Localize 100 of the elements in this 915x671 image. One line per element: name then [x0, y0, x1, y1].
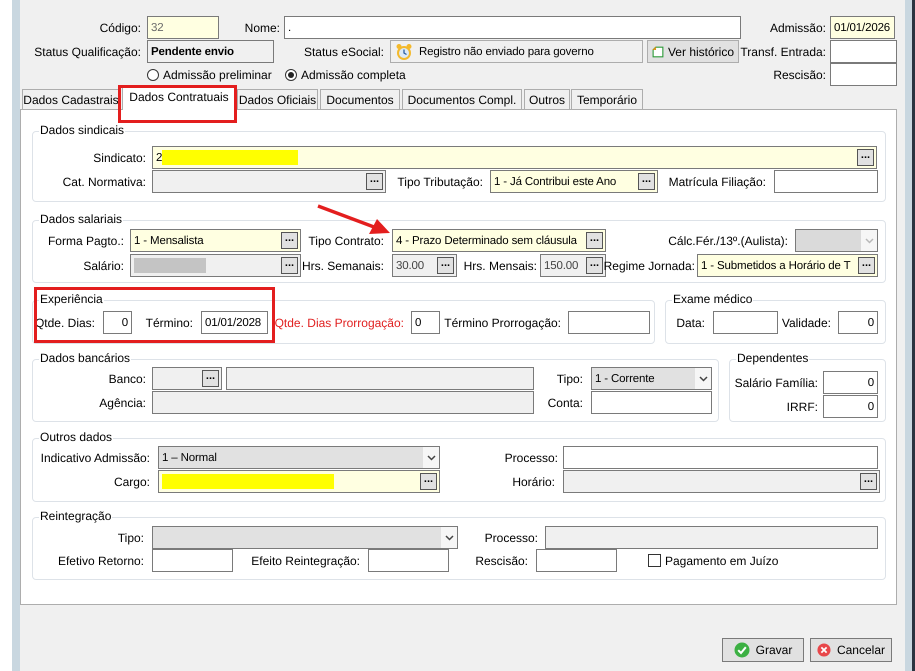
group-title: Exame médico: [672, 292, 754, 306]
field-label: Salário Família:: [734, 376, 818, 390]
field-label: Hrs. Semanais:: [303, 258, 384, 272]
field-label: Admissão:: [768, 20, 826, 34]
lookup-field[interactable]: 1 - Mensalista ...: [130, 229, 301, 252]
field-label: Tipo:: [116, 530, 144, 544]
field-label: Conta:: [546, 396, 583, 410]
field-label: Término:: [144, 316, 193, 330]
ellipsis-button[interactable]: ...: [858, 257, 875, 274]
document-icon: [652, 44, 664, 60]
field-label: Validade:: [780, 316, 831, 330]
text-field[interactable]: 0: [823, 395, 878, 418]
ellipsis-button[interactable]: ...: [638, 173, 655, 190]
field-label: Código:: [98, 20, 141, 34]
field-label: Status eSocial:: [302, 44, 384, 58]
history-button[interactable]: Ver histórico: [647, 40, 739, 63]
group-title: Experiência: [39, 292, 104, 306]
field-label: Término Prorrogação:: [443, 316, 561, 330]
ellipsis-button[interactable]: ...: [281, 232, 298, 249]
field-label: Nome:: [244, 20, 280, 34]
status-field: Pendente envio: [147, 40, 274, 63]
tab[interactable]: Dados Contratuais: [122, 86, 236, 110]
field-label: Efetivo Retorno:: [56, 554, 144, 568]
chevron-down-icon: [698, 376, 708, 382]
group-title: Dados sindicais: [39, 123, 126, 137]
cancel-icon: [817, 642, 831, 658]
field-label: Forma Pagto.:: [46, 234, 124, 248]
radio-button[interactable]: Admissão completa: [285, 68, 410, 82]
field-label: Tipo Contrato:: [307, 234, 384, 248]
field-label: Regime Jornada:: [606, 258, 695, 272]
text-field[interactable]: [774, 170, 878, 193]
tab[interactable]: Outros: [524, 89, 570, 109]
field-label: Cargo:: [112, 474, 150, 488]
field-label: Tipo Tributação:: [396, 174, 483, 188]
text-field[interactable]: [563, 446, 878, 469]
tab[interactable]: Documentos: [320, 89, 400, 109]
status-field: Registro não enviado para governo: [390, 40, 643, 63]
text-field[interactable]: [568, 311, 650, 334]
text-field[interactable]: [536, 549, 617, 572]
lookup-field[interactable]: 1 - Submetidos a Horário de T ...: [697, 254, 878, 277]
tab[interactable]: Dados Cadastrais: [22, 89, 120, 109]
group-title: Dados salariais: [39, 212, 124, 226]
text-field[interactable]: 01/01/2028: [201, 311, 268, 334]
text-field[interactable]: 0: [838, 311, 878, 334]
dropdown[interactable]: 1 – Normal: [158, 446, 440, 469]
checkbox[interactable]: Pagamento em Juízo: [648, 554, 780, 568]
text-field[interactable]: 0: [411, 311, 440, 334]
field-label: Salário:: [82, 258, 124, 272]
ellipsis-button[interactable]: ...: [586, 232, 603, 249]
chevron-down-icon: [426, 454, 436, 460]
field-label: Cálc.Fér./13º.(Aulista):: [667, 234, 788, 248]
field-label: Tipo:: [556, 372, 583, 386]
field-label: Rescisão:: [474, 554, 528, 568]
field-label: Rescisão:: [772, 68, 826, 82]
ellipsis-button[interactable]: ...: [420, 473, 437, 490]
tab[interactable]: Documentos Compl.: [402, 89, 522, 109]
cancel-button[interactable]: Cancelar: [810, 638, 892, 662]
tab[interactable]: Temporário: [571, 89, 643, 109]
lookup-field[interactable]: 4 - Prazo Determinado sem cláusula ...: [392, 229, 606, 252]
ellipsis-button[interactable]: ...: [857, 149, 874, 166]
group-title: Outros dados: [39, 430, 114, 444]
dropdown[interactable]: [152, 526, 458, 549]
group-title: Dados bancários: [39, 351, 132, 365]
check-icon: [734, 642, 750, 658]
text-field[interactable]: .: [284, 16, 741, 39]
field-label: Efeito Reintegração:: [250, 554, 360, 568]
field-label: Banco:: [108, 372, 146, 386]
field-label: Transf. Entrada:: [741, 44, 826, 58]
alarm-clock-icon: [395, 42, 413, 60]
group-title: Reintegração: [39, 509, 112, 523]
radio-button[interactable]: Admissão preliminar: [147, 68, 275, 82]
field-label: Horário:: [511, 474, 555, 488]
text-field[interactable]: 0: [823, 371, 878, 394]
text-field[interactable]: [152, 549, 233, 572]
dropdown[interactable]: 1 - Corrente: [591, 367, 712, 390]
field-label: Sindicato:: [92, 150, 146, 164]
lookup-field[interactable]: 1 - Já Contribui este Ano ...: [490, 170, 658, 193]
field-label: IRRF:: [786, 400, 818, 414]
field-label: Indicativo Admissão:: [40, 450, 150, 464]
text-field[interactable]: [713, 311, 778, 334]
field-label: Matrícula Filiação:: [668, 174, 766, 188]
field-label: Processo:: [484, 530, 538, 544]
text-field[interactable]: [830, 63, 897, 86]
chevron-down-icon: [864, 238, 874, 244]
group-title: Dependentes: [736, 351, 810, 365]
field-label: Data:: [675, 316, 705, 330]
field-label: Qtde. Dias Prorrogação:: [274, 316, 404, 330]
lookup-field[interactable]: 2 ...: [152, 146, 877, 169]
text-field[interactable]: [368, 549, 449, 572]
save-button[interactable]: Gravar: [722, 638, 804, 662]
chevron-down-icon: [444, 534, 454, 540]
lookup-field[interactable]: ...: [158, 470, 440, 493]
text-field[interactable]: 0: [103, 311, 132, 334]
field-label: Hrs. Mensais:: [462, 258, 537, 272]
field-label: Cat. Normativa:: [62, 174, 146, 188]
text-field[interactable]: 01/01/2026: [830, 16, 895, 39]
field-label: Status Qualificação:: [33, 44, 141, 58]
text-field[interactable]: [591, 391, 712, 414]
text-field[interactable]: [830, 40, 897, 63]
tab[interactable]: Dados Oficiais: [237, 89, 318, 109]
